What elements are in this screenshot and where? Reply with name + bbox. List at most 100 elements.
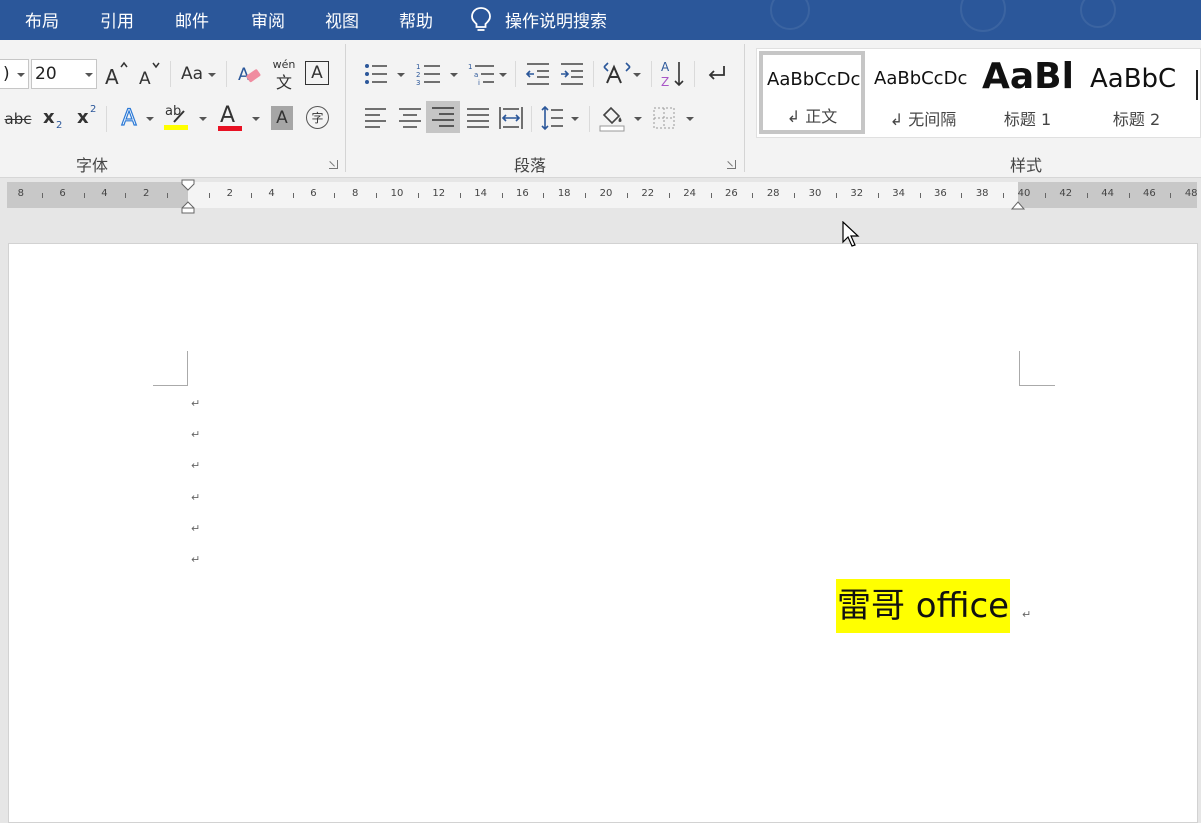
- chevron-down-icon: [686, 117, 694, 121]
- shading-bucket-icon[interactable]: [598, 103, 626, 133]
- style-heading-2[interactable]: AaBbC 标题 2: [1089, 50, 1184, 134]
- align-right-icon: [432, 107, 454, 127]
- separator: [106, 106, 107, 132]
- crop-mark: [187, 351, 188, 386]
- ruler-label: 4: [101, 188, 108, 199]
- show-formatting-marks-icon[interactable]: [704, 62, 728, 86]
- decrease-indent-icon[interactable]: [525, 62, 551, 86]
- svg-text:Z: Z: [661, 75, 669, 89]
- ruler-tick: [1128, 193, 1130, 198]
- svg-text:1: 1: [468, 63, 472, 71]
- font-dialog-launcher-icon[interactable]: [329, 160, 338, 169]
- multilevel-list-icon[interactable]: 1 a i: [468, 61, 496, 87]
- tab-help[interactable]: 帮助: [399, 7, 433, 32]
- borders-icon[interactable]: [652, 106, 676, 130]
- ruler-tick: [835, 193, 837, 198]
- font-size-combo[interactable]: 20: [31, 59, 97, 89]
- distributed-icon[interactable]: [498, 105, 524, 131]
- ruler-label: 8: [352, 188, 359, 199]
- menu-bar: 布局 引用 邮件 审阅 视图 帮助 操作说明搜索: [0, 0, 1201, 40]
- tab-mailings[interactable]: 邮件: [175, 7, 209, 32]
- ruler-tick: [710, 193, 712, 198]
- chevron-down-icon: [199, 117, 207, 121]
- separator: [651, 61, 652, 87]
- chevron-down-icon: [208, 73, 216, 77]
- crop-mark: [1019, 351, 1020, 386]
- style-heading-1[interactable]: AaBl 标题 1: [981, 50, 1074, 134]
- ruler-label: 42: [1059, 188, 1073, 199]
- paragraph-dialog-launcher-icon[interactable]: [727, 160, 736, 169]
- asian-layout-icon[interactable]: [603, 61, 631, 87]
- ruler-area: 8 6 4 2 2 4 6 8 10 12 14 16 18 20 22 24 26 28 30 32 34 36 38 40…: [0, 179, 1201, 216]
- increase-indent-icon[interactable]: [559, 62, 585, 86]
- tab-view[interactable]: 视图: [325, 7, 359, 32]
- mouse-pointer-icon: [842, 221, 860, 247]
- numbering-icon[interactable]: 1 2 3: [416, 61, 442, 87]
- clear-formatting-icon[interactable]: A: [237, 60, 263, 88]
- style-name: 标题 1: [1003, 110, 1052, 129]
- style-no-spacing[interactable]: AaBbCcDc ↲ 无间隔: [873, 50, 973, 134]
- ruler-label: 6: [310, 188, 317, 199]
- highlight-color-bar: [164, 125, 188, 130]
- ruler-tick: [919, 193, 921, 198]
- subscript-label: x: [43, 107, 55, 128]
- align-center-icon[interactable]: [398, 106, 422, 130]
- ruler-tick: [125, 193, 127, 198]
- ruler-tick: [250, 193, 252, 198]
- ruler-tick: [167, 193, 169, 198]
- phonetic-guide-button[interactable]: wén 文: [272, 58, 296, 92]
- crop-mark: [1019, 385, 1055, 386]
- align-left-icon[interactable]: [364, 106, 388, 130]
- character-border-button[interactable]: A: [305, 61, 329, 85]
- ruler-label: 12: [432, 188, 446, 199]
- sort-icon[interactable]: A Z: [661, 59, 685, 89]
- enclose-characters-label: 字: [311, 111, 324, 125]
- justify-icon[interactable]: [466, 106, 490, 130]
- styles-group-label: 样式: [1010, 156, 1043, 175]
- chevron-down-icon: [85, 73, 93, 77]
- enclose-characters-button[interactable]: 字: [306, 106, 329, 129]
- line-spacing-icon[interactable]: [540, 104, 564, 132]
- svg-text:3: 3: [416, 79, 420, 87]
- text-effects-button[interactable]: A: [116, 104, 142, 132]
- align-right-button-active[interactable]: [426, 101, 460, 133]
- font-size-value: 20: [35, 64, 57, 84]
- strikethrough-button[interactable]: abc: [3, 106, 33, 132]
- ruler-label: 24: [683, 188, 696, 199]
- lightbulb-icon[interactable]: [470, 6, 492, 34]
- ruler-label: 14: [474, 188, 487, 199]
- phonetic-char: 文: [275, 73, 292, 92]
- style-normal[interactable]: AaBbCcDc ↲ 正文: [759, 51, 865, 134]
- ruler-tick: [961, 193, 963, 198]
- ruler-tick: [376, 193, 378, 198]
- paragraph-mark: ↵: [191, 491, 201, 504]
- tell-me-search[interactable]: 操作说明搜索: [505, 7, 607, 32]
- separator: [226, 61, 227, 87]
- ruler-tick: [626, 193, 628, 198]
- separator: [593, 61, 594, 87]
- font-color-button[interactable]: A: [216, 103, 244, 133]
- character-shading-button[interactable]: A: [271, 106, 293, 130]
- text-highlight-button[interactable]: ab: [163, 104, 191, 134]
- superscript-label: x: [77, 107, 89, 128]
- text-effects-label: A: [121, 105, 137, 131]
- first-line-indent-marker[interactable]: [181, 179, 195, 217]
- grow-font-icon[interactable]: A: [104, 60, 128, 88]
- tab-layout[interactable]: 布局: [25, 7, 59, 32]
- right-indent-marker[interactable]: [1011, 197, 1025, 211]
- highlighted-text[interactable]: 雷哥 office: [836, 579, 1011, 633]
- font-name-value: ): [3, 64, 10, 84]
- bullets-icon[interactable]: [363, 62, 389, 86]
- ruler-tick: [1044, 193, 1046, 198]
- paragraph-group-label: 段落: [514, 156, 547, 175]
- document-page[interactable]: ↵ ↵ ↵ ↵ ↵ ↵ 雷哥 office ↵: [8, 243, 1198, 823]
- superscript-button[interactable]: x 2: [77, 104, 99, 132]
- ruler-tick: [543, 193, 545, 198]
- shrink-font-icon[interactable]: A: [138, 60, 162, 88]
- subscript-button[interactable]: x 2: [43, 104, 65, 132]
- change-case-button[interactable]: Aa: [178, 60, 206, 88]
- ruler-tick: [41, 193, 43, 198]
- tab-review[interactable]: 审阅: [251, 7, 285, 32]
- tab-references[interactable]: 引用: [100, 7, 134, 32]
- font-name-combo[interactable]: ): [0, 59, 29, 89]
